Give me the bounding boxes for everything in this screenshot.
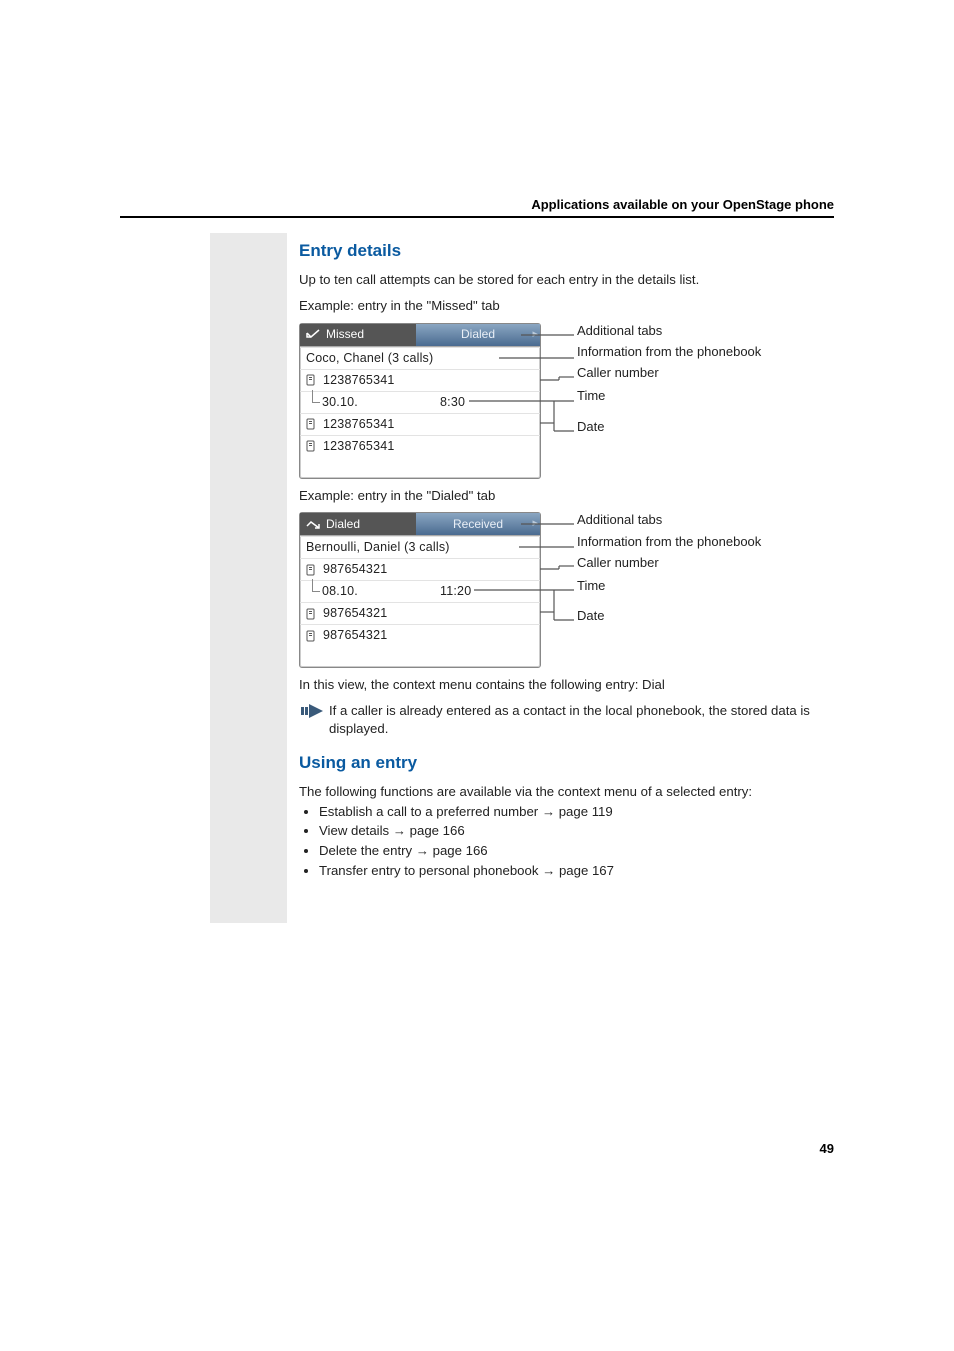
text-section2-intro: The following functions are available vi…	[299, 783, 829, 801]
callout-info: Information from the phonebook	[577, 344, 761, 360]
arrow-icon: →	[542, 863, 555, 878]
heading-using-entry: Using an entry	[299, 752, 829, 775]
li3b: page 166	[429, 843, 488, 858]
li2a: View details	[319, 823, 393, 838]
callout-number: Caller number	[577, 365, 761, 381]
li1b: page 119	[555, 804, 613, 819]
list-item-4: Transfer entry to personal phonebook → p…	[319, 862, 829, 880]
li4a: Transfer entry to personal phonebook	[319, 863, 542, 878]
arrow-icon: →	[416, 843, 429, 858]
arrow-icon: →	[542, 804, 555, 819]
li4b: page 167	[555, 863, 614, 878]
note-arrow-icon	[301, 702, 327, 720]
diagram-dialed: Dialed Received ▸ Bernoulli, Daniel (3 c…	[299, 512, 829, 682]
page-number: 49	[820, 1141, 834, 1156]
page-header: Applications available on your OpenStage…	[120, 197, 834, 218]
text-example-missed: Example: entry in the "Missed" tab	[299, 297, 829, 315]
main-content: Entry details Up to ten call attempts ca…	[299, 240, 829, 882]
callout-date: Date	[577, 419, 761, 435]
text-intro-1: Up to ten call attempts can be stored fo…	[299, 271, 829, 289]
left-margin-stripe	[210, 233, 287, 923]
list-item-1: Establish a call to a preferred number →…	[319, 803, 829, 821]
callout-number-d: Caller number	[577, 555, 761, 571]
callout-tabs: Additional tabs	[577, 323, 761, 339]
callout-date-d: Date	[577, 608, 761, 624]
arrow-icon: →	[393, 823, 406, 838]
li3a: Delete the entry	[319, 843, 416, 858]
li2b: page 166	[406, 823, 465, 838]
callout-time: Time	[577, 388, 761, 404]
diagram-missed: Missed Dialed ▸ Coco, Chanel (3 calls) 1…	[299, 323, 829, 493]
note-block: If a caller is already entered as a cont…	[299, 702, 829, 738]
function-list: Establish a call to a preferred number →…	[299, 803, 829, 880]
callouts-missed: Additional tabs Information from the pho…	[577, 323, 761, 440]
callout-info-d: Information from the phonebook	[577, 534, 761, 550]
callout-tabs-d: Additional tabs	[577, 512, 761, 528]
callouts-dialed: Additional tabs Information from the pho…	[577, 512, 761, 629]
list-item-2: View details → page 166	[319, 822, 829, 840]
list-item-3: Delete the entry → page 166	[319, 842, 829, 860]
li1a: Establish a call to a preferred number	[319, 804, 542, 819]
note-text: If a caller is already entered as a cont…	[329, 702, 829, 738]
heading-entry-details: Entry details	[299, 240, 829, 263]
callout-time-d: Time	[577, 578, 761, 594]
